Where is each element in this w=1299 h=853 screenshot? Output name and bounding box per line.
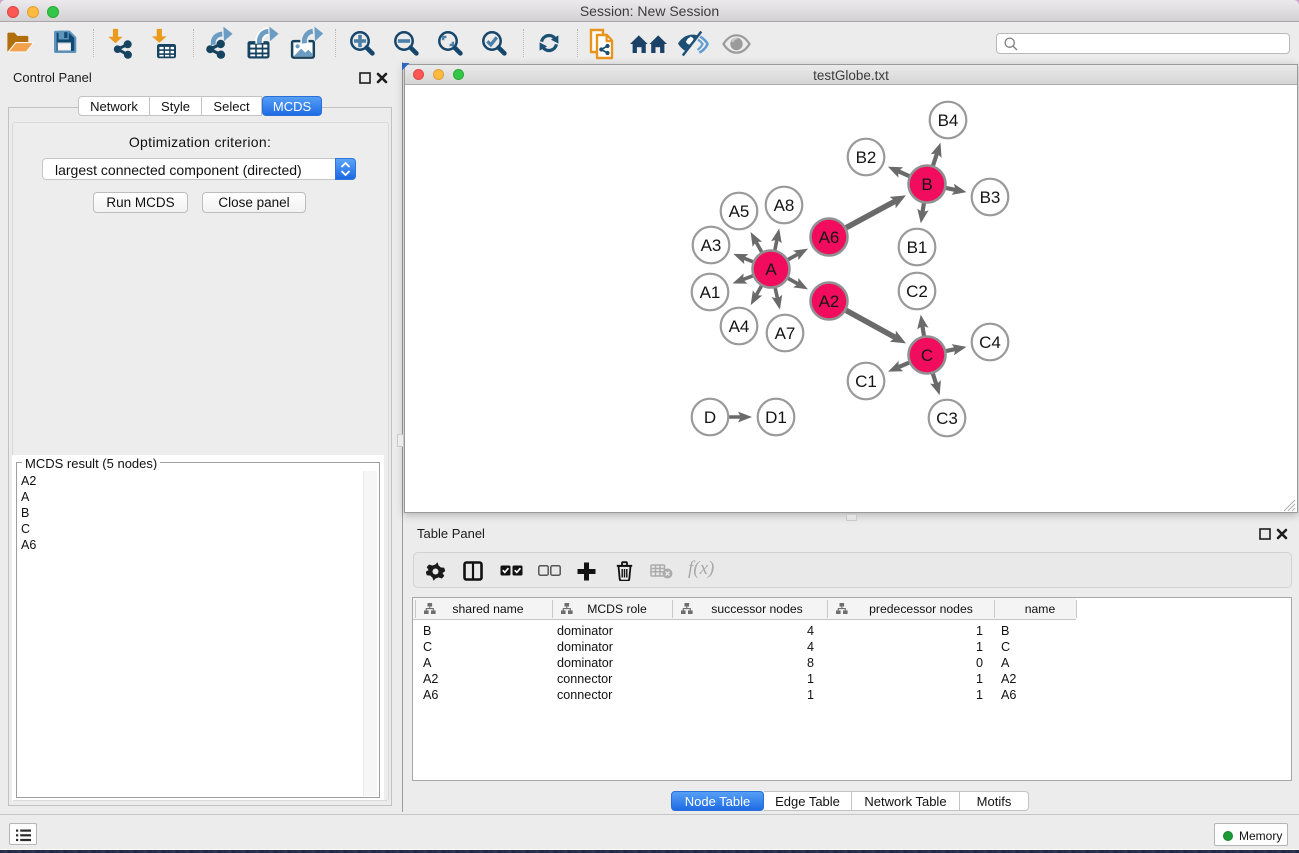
svg-text:B4: B4 — [938, 111, 959, 130]
svg-text:A: A — [765, 260, 777, 279]
svg-text:A3: A3 — [701, 236, 722, 255]
svg-text:C2: C2 — [906, 282, 928, 301]
svg-text:C3: C3 — [936, 409, 958, 428]
svg-text:A1: A1 — [700, 283, 721, 302]
svg-text:A8: A8 — [774, 196, 795, 215]
svg-text:predecessor nodes: predecessor nodes — [869, 602, 973, 616]
svg-text:A4: A4 — [729, 317, 750, 336]
svg-text:A7: A7 — [775, 324, 796, 343]
svg-text:C: C — [921, 346, 933, 365]
svg-text:B: B — [921, 175, 932, 194]
svg-text:C1: C1 — [855, 372, 877, 391]
svg-text:shared name: shared name — [452, 602, 523, 616]
svg-text:name: name — [1025, 602, 1056, 616]
svg-text:C4: C4 — [979, 333, 1001, 352]
svg-text:A5: A5 — [729, 202, 750, 221]
svg-text:MCDS role: MCDS role — [587, 602, 647, 616]
svg-text:A6: A6 — [819, 228, 840, 247]
svg-text:D: D — [704, 408, 716, 427]
svg-text:B2: B2 — [856, 148, 877, 167]
svg-text:D1: D1 — [765, 408, 787, 427]
svg-text:successor nodes: successor nodes — [711, 602, 802, 616]
svg-text:B1: B1 — [907, 238, 928, 257]
svg-text:A2: A2 — [819, 292, 840, 311]
svg-text:B3: B3 — [980, 188, 1001, 207]
